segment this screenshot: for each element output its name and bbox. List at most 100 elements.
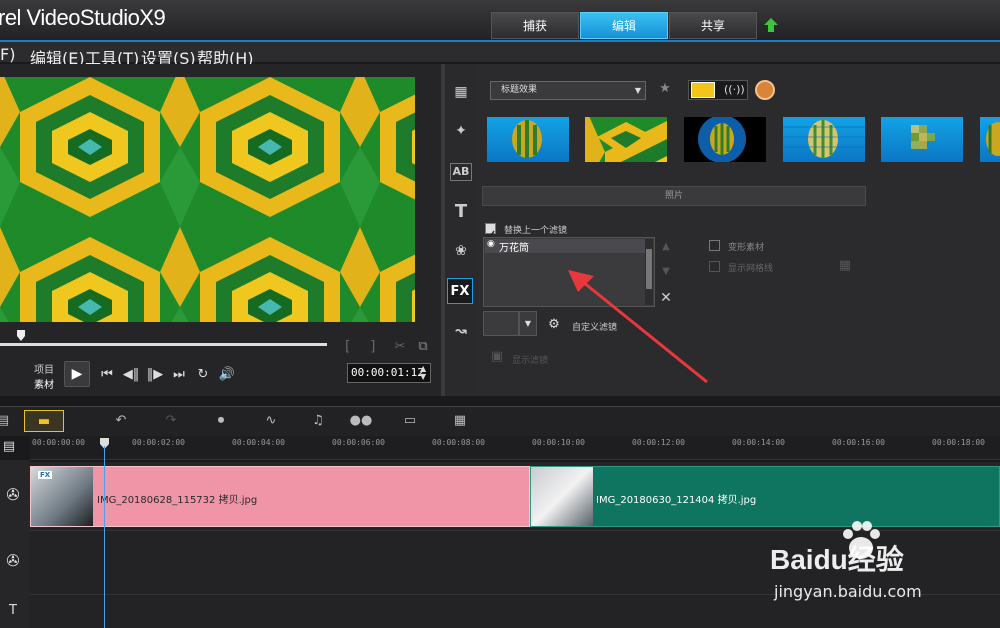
video-track-icon[interactable]: ✇ [4, 486, 22, 504]
filter-fx-icon[interactable]: FX [447, 278, 473, 304]
tab-share[interactable]: 共享 [669, 12, 757, 39]
filter-thumbnail[interactable] [684, 117, 766, 162]
subtitle-editor-icon[interactable]: ▭ [397, 410, 423, 432]
previous-frame-icon[interactable]: ◀‖ [122, 366, 140, 384]
ruler-tick-label: 00:00:14:00 [732, 438, 785, 447]
striped-balloon-icon [783, 120, 865, 158]
baidu-watermark: Baidu经验 jingyan.baidu.com [770, 520, 995, 610]
library-side-toolbar [445, 64, 478, 396]
paw-logo [843, 521, 880, 559]
replace-filter-checkbox[interactable] [485, 223, 496, 239]
menu-file[interactable]: F) [0, 45, 15, 64]
balloon-icon [986, 122, 1000, 156]
options-header[interactable]: 照片 [482, 186, 866, 206]
chevron-down-icon: ▼ [524, 319, 532, 328]
category-dropdown-value: 标题效果 [501, 85, 538, 95]
show-filter-label[interactable]: 显示滤镜 [512, 353, 548, 366]
scissors-icon[interactable]: ✂ [391, 338, 409, 356]
timeline-clip[interactable]: IMG_20180630_121404 拷贝.jpg [530, 466, 1000, 527]
go-to-start-icon[interactable]: ⏮ [98, 366, 116, 384]
preset-thumbnail[interactable] [483, 311, 519, 336]
timeline-view-icon[interactable]: ▬ [24, 410, 64, 432]
timeline-toolbar [0, 406, 1000, 436]
deform-clip-label: 变形素材 [728, 243, 765, 253]
multi-camera-icon[interactable]: ▦ [447, 410, 473, 432]
storyboard-view-icon[interactable]: ▤ [0, 410, 16, 432]
ruler-tick-label: 00:00:16:00 [832, 438, 885, 447]
media-icon[interactable]: ▦ [448, 79, 474, 105]
ruler-tick-label: 00:00:06:00 [332, 438, 385, 447]
record-capture-icon[interactable]: ⏺ [208, 410, 234, 432]
mark-out-button[interactable]: ] [370, 339, 390, 355]
filter-thumbnail[interactable] [783, 117, 865, 162]
instant-project-icon[interactable]: ✦ [448, 118, 474, 144]
upload-icon[interactable] [763, 17, 779, 33]
grid-options-icon[interactable]: ▦ [836, 257, 854, 275]
chevron-down-icon: ▼ [634, 86, 641, 95]
track-manager-icon[interactable]: ▤ [0, 438, 18, 456]
overlay-track-icon[interactable]: ✇ [4, 552, 22, 570]
applied-filter-item[interactable]: ◉ 万花筒 [485, 239, 645, 254]
ruler-tick-label: 00:00:10:00 [532, 438, 585, 447]
graphics-icon[interactable]: ❀ [448, 238, 474, 264]
preview-screen [0, 77, 415, 322]
ruler-tick-label: 00:00:08:00 [432, 438, 485, 447]
options-icon[interactable] [755, 80, 775, 100]
redo-icon[interactable]: ↷ [158, 410, 184, 432]
playhead-line [104, 446, 105, 628]
preset-dropdown[interactable]: ▼ [519, 311, 537, 336]
kaleidoscope-preview-image [0, 77, 415, 322]
filter-thumbnail[interactable] [980, 117, 1000, 162]
clip-mode-label[interactable]: 素材 [34, 376, 54, 391]
transition-icon[interactable]: AB [450, 163, 472, 181]
deform-clip-checkbox[interactable] [709, 240, 720, 251]
sound-mixer-icon[interactable]: ∿ [258, 410, 284, 432]
move-up-icon[interactable]: ▲ [657, 238, 675, 256]
ruler-tick-label: 00:00:12:00 [632, 438, 685, 447]
add-to-favorites-icon[interactable]: ★ [656, 80, 674, 98]
tab-edit[interactable]: 编辑 [580, 12, 668, 39]
timecode-field[interactable]: 00:00:01:12 [347, 363, 431, 383]
repeat-icon[interactable]: ↻ [194, 366, 212, 384]
auto-music-icon[interactable]: ♫ [305, 410, 331, 432]
filter-thumbnail[interactable] [881, 117, 963, 162]
title-track-icon[interactable]: T [4, 602, 22, 620]
watermark-url: jingyan.baidu.com [774, 582, 922, 601]
volume-icon[interactable]: 🔊 [218, 366, 236, 384]
filter-name: 万花筒 [499, 243, 529, 254]
mark-in-button[interactable]: [ [345, 339, 365, 355]
filter-thumbnail[interactable] [585, 117, 667, 162]
category-dropdown[interactable]: 标题效果 ▼ [490, 81, 646, 100]
watermark-brand: Baidu经验 [770, 544, 904, 575]
eye-icon[interactable]: ◉ [487, 239, 495, 249]
ruler-tick-label: 00:00:18:00 [932, 438, 985, 447]
spotlight-balloon-icon [698, 117, 746, 162]
timecode-stepper[interactable]: ▲ ▼ [420, 365, 426, 381]
undo-icon[interactable]: ↶ [108, 410, 134, 432]
scrub-handle[interactable] [16, 330, 26, 342]
ruler-tick-label: 00:00:02:00 [132, 438, 185, 447]
balloon-icon [512, 120, 542, 158]
show-filter-icon[interactable]: ▣ [488, 348, 506, 366]
pixelated-balloon-icon [911, 125, 935, 149]
ruler-tick-label: 00:00:04:00 [232, 438, 285, 447]
red-arrow-annotation [568, 270, 708, 384]
fx-badge: FX [38, 471, 53, 479]
play-button[interactable]: ▶ [64, 361, 90, 387]
video-filter-icon[interactable] [691, 82, 715, 98]
path-icon[interactable]: ↝ [448, 318, 474, 344]
go-to-end-icon[interactable]: ⏭ [170, 366, 188, 384]
title-icon[interactable]: T [448, 199, 474, 225]
filter-thumbnail[interactable] [487, 117, 569, 162]
timeline-clip[interactable]: FX IMG_20180628_115732 拷贝.jpg [30, 466, 530, 527]
next-frame-icon[interactable]: ‖▶ [146, 366, 164, 384]
tab-capture[interactable]: 捕获 [491, 12, 579, 39]
motion-tracking-icon[interactable]: ●● [348, 410, 374, 432]
scrub-bar[interactable] [0, 343, 327, 346]
audio-filter-icon[interactable]: ((·)) [724, 81, 745, 99]
replace-filter-label: 替换上一个滤镜 [504, 226, 568, 236]
enlarge-icon[interactable]: ⧉ [414, 338, 432, 356]
ruler-tick-label: 00:00:00:00 [32, 438, 85, 447]
clip-thumbnail [531, 467, 593, 526]
project-mode-label[interactable]: 项目 [34, 361, 54, 376]
